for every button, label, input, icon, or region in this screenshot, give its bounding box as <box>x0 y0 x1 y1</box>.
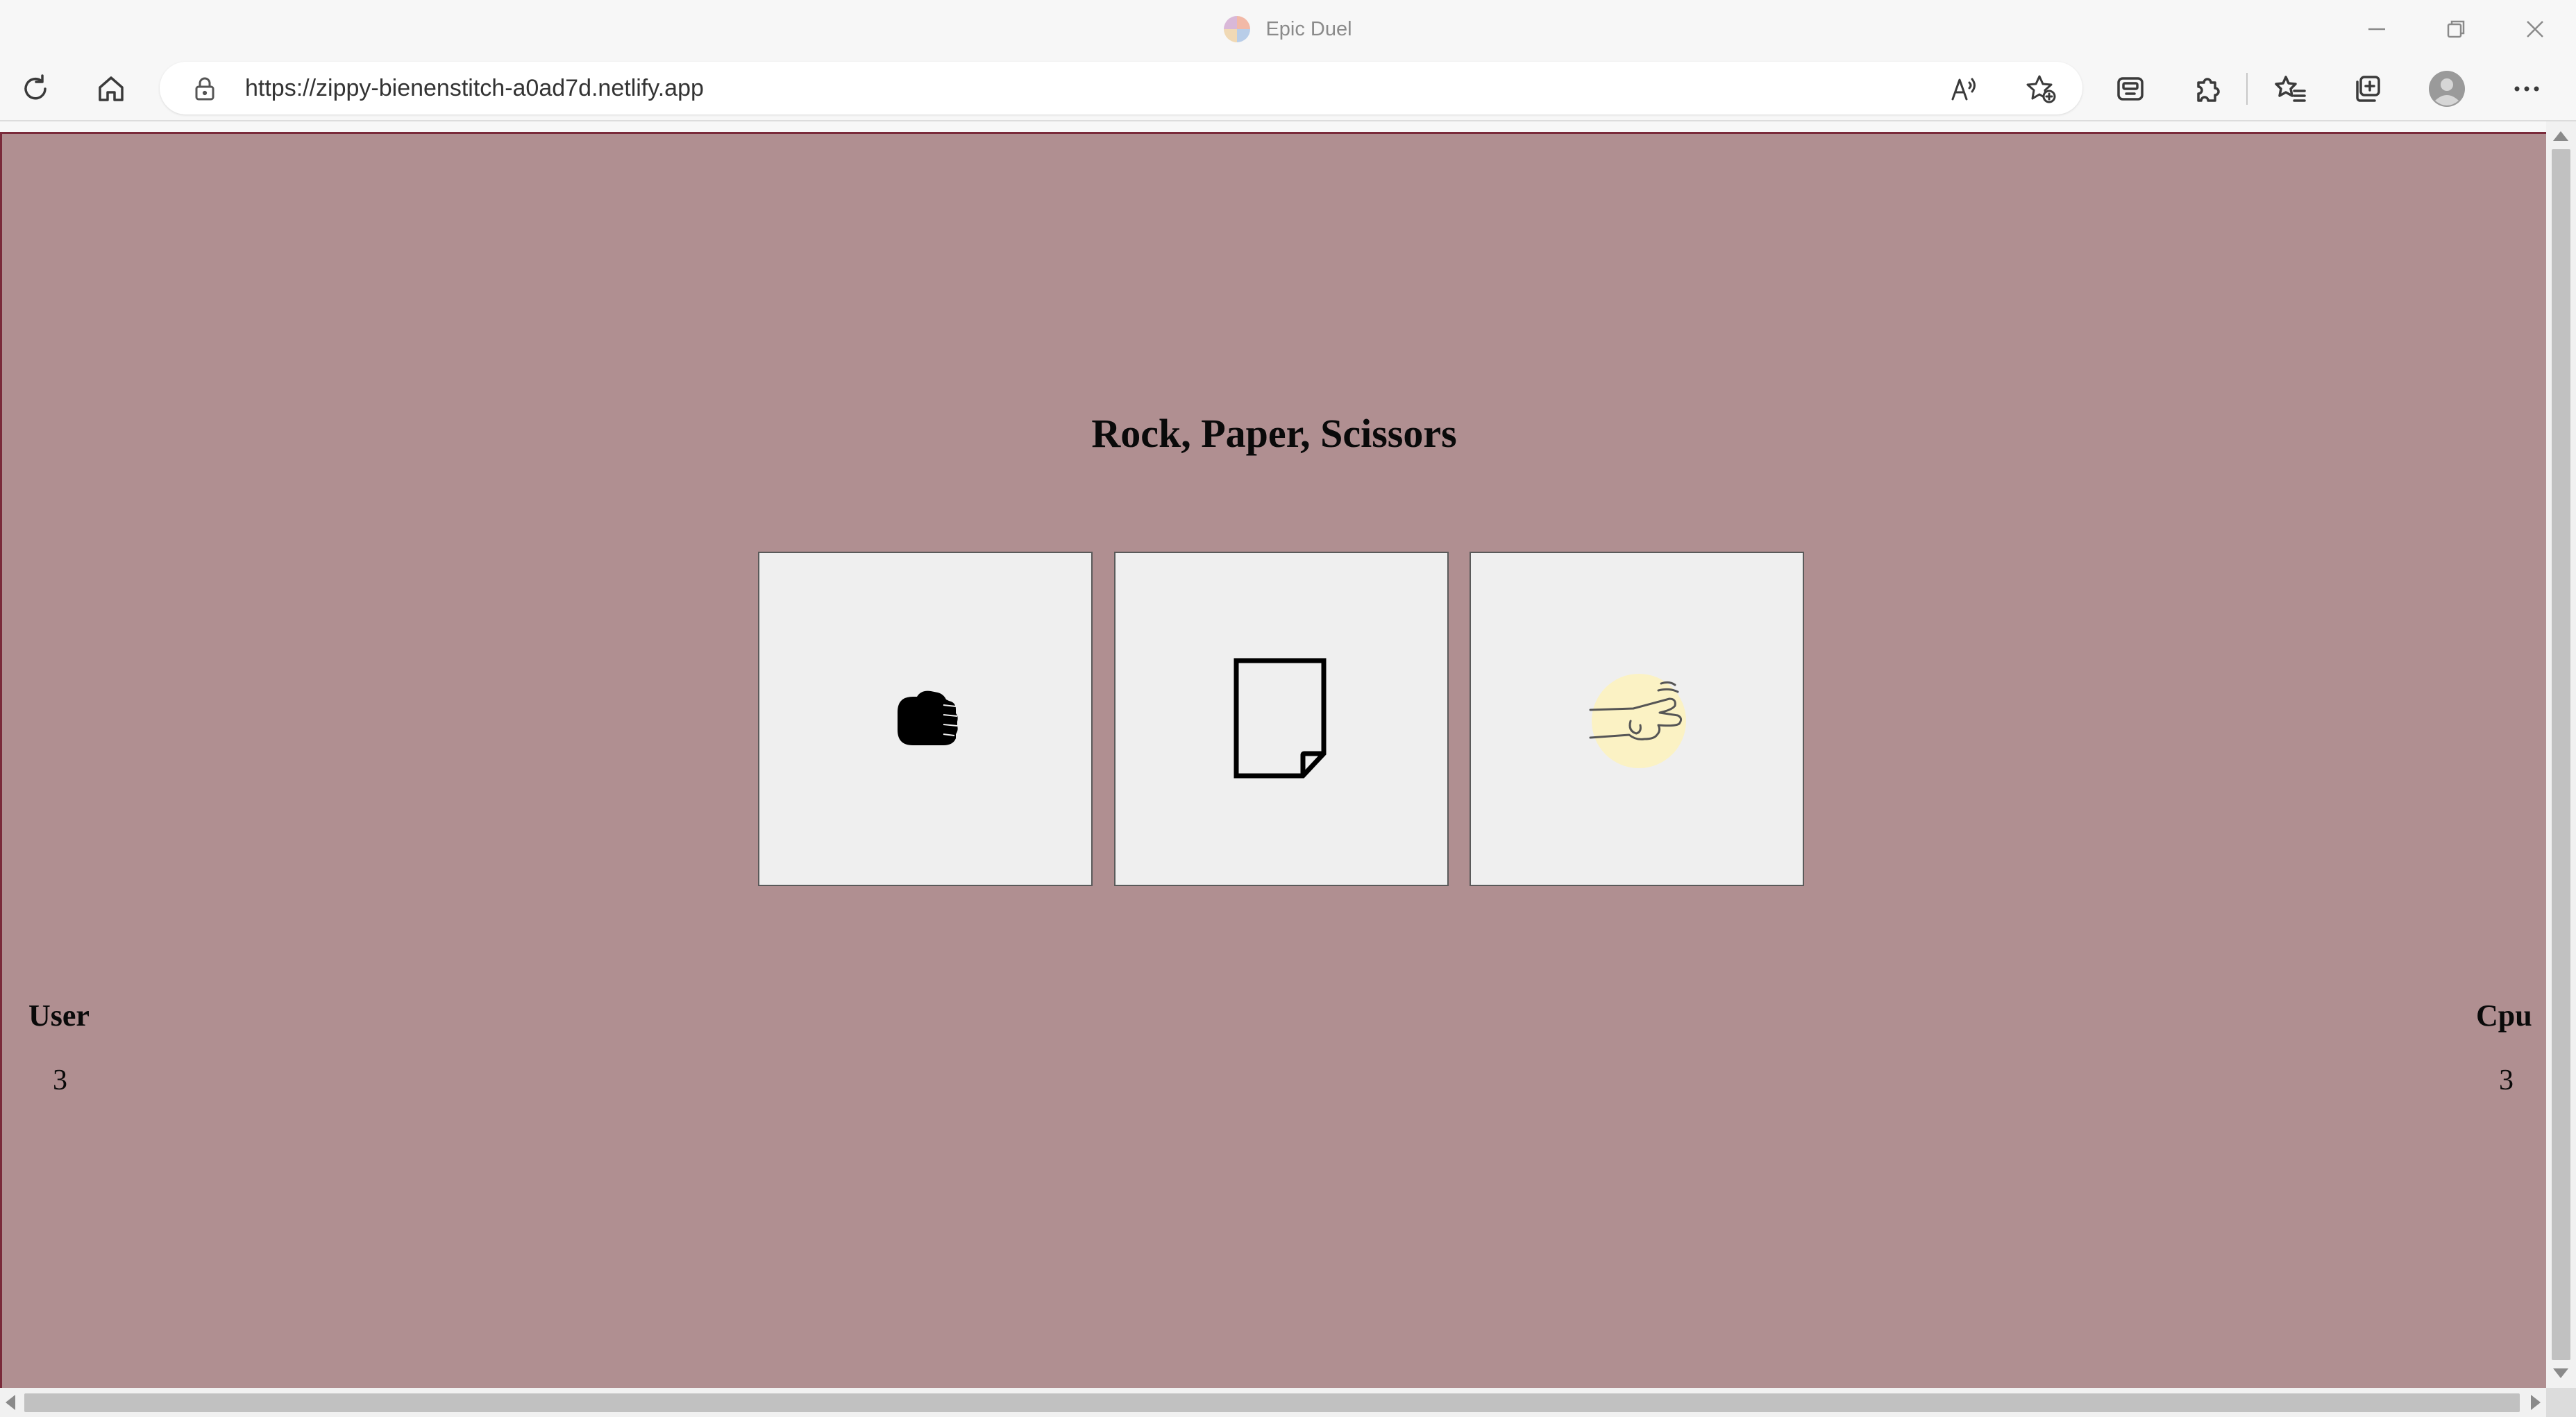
cpu-score-label: Cpu <box>2476 999 2532 1033</box>
extensions-icon <box>2197 78 2220 102</box>
close-icon <box>2527 21 2543 37</box>
vertical-scroll-thumb[interactable] <box>2552 149 2570 1360</box>
window-title-text: Epic Duel <box>1265 17 1352 40</box>
collections-icon <box>2356 76 2380 102</box>
app-logo-icon <box>1224 16 1251 42</box>
window-title-bar: Epic Duel <box>0 0 2576 58</box>
lock-icon[interactable] <box>191 75 219 103</box>
copilot-button[interactable] <box>2109 67 2152 110</box>
scroll-up-arrow-icon[interactable] <box>2553 131 2568 141</box>
more-options-button[interactable] <box>2505 67 2548 110</box>
address-bar[interactable]: https://zippy-bienenstitch-a0ad7d.netlif… <box>160 62 2082 114</box>
user-score-label: User <box>28 999 90 1033</box>
restore-icon <box>2447 20 2465 38</box>
profile-icon <box>2429 71 2465 107</box>
rock-button[interactable] <box>758 552 1093 886</box>
collections-button[interactable] <box>2346 67 2389 110</box>
copilot-icon <box>2117 77 2144 101</box>
fist-icon <box>898 690 958 745</box>
toolbar-separator <box>2246 73 2248 105</box>
home-icon <box>99 76 124 101</box>
vertical-scrollbar[interactable] <box>2546 121 2576 1388</box>
horizontal-scroll-thumb[interactable] <box>24 1393 2520 1412</box>
refresh-icon <box>24 74 47 100</box>
scroll-right-arrow-icon[interactable] <box>2531 1395 2541 1410</box>
browser-toolbar: https://zippy-bienenstitch-a0ad7d.netlif… <box>0 58 2576 120</box>
toolbar-divider <box>0 120 2576 121</box>
game-title: Rock, Paper, Scissors <box>1091 411 1457 456</box>
paper-icon <box>1234 658 1327 779</box>
scissors-button[interactable] <box>1470 552 1804 886</box>
paper-button[interactable] <box>1114 552 1449 886</box>
profile-button[interactable] <box>2425 67 2468 110</box>
window-title: Epic Duel <box>0 12 2576 46</box>
favorites-button[interactable] <box>2269 67 2312 110</box>
read-aloud-button[interactable] <box>1947 71 1982 106</box>
home-button[interactable] <box>90 67 133 110</box>
scroll-left-arrow-icon[interactable] <box>6 1395 15 1410</box>
user-score-value: 3 <box>53 1064 67 1096</box>
restore-button[interactable] <box>2432 10 2480 49</box>
refresh-button[interactable] <box>14 67 57 110</box>
minimize-button[interactable] <box>2352 10 2401 49</box>
scroll-down-arrow-icon[interactable] <box>2553 1368 2568 1378</box>
scrollbar-corner <box>2546 1388 2576 1417</box>
read-aloud-icon <box>1951 78 1976 101</box>
add-favorite-button[interactable] <box>2024 71 2059 106</box>
page-viewport: Rock, Paper, Scissors User 3 Cpu 3 <box>0 132 2546 1388</box>
add-favorite-icon <box>2026 75 2056 103</box>
url-text[interactable]: https://zippy-bienenstitch-a0ad7d.netlif… <box>245 62 704 114</box>
favorites-icon <box>2275 76 2306 102</box>
minimize-icon <box>2368 28 2385 31</box>
scissors-hand-icon <box>1589 674 1686 768</box>
cpu-score-value: 3 <box>2499 1064 2514 1096</box>
horizontal-scrollbar[interactable] <box>0 1388 2546 1417</box>
extensions-button[interactable] <box>2186 67 2229 110</box>
close-window-button[interactable] <box>2511 10 2559 49</box>
more-icon <box>2514 86 2539 92</box>
